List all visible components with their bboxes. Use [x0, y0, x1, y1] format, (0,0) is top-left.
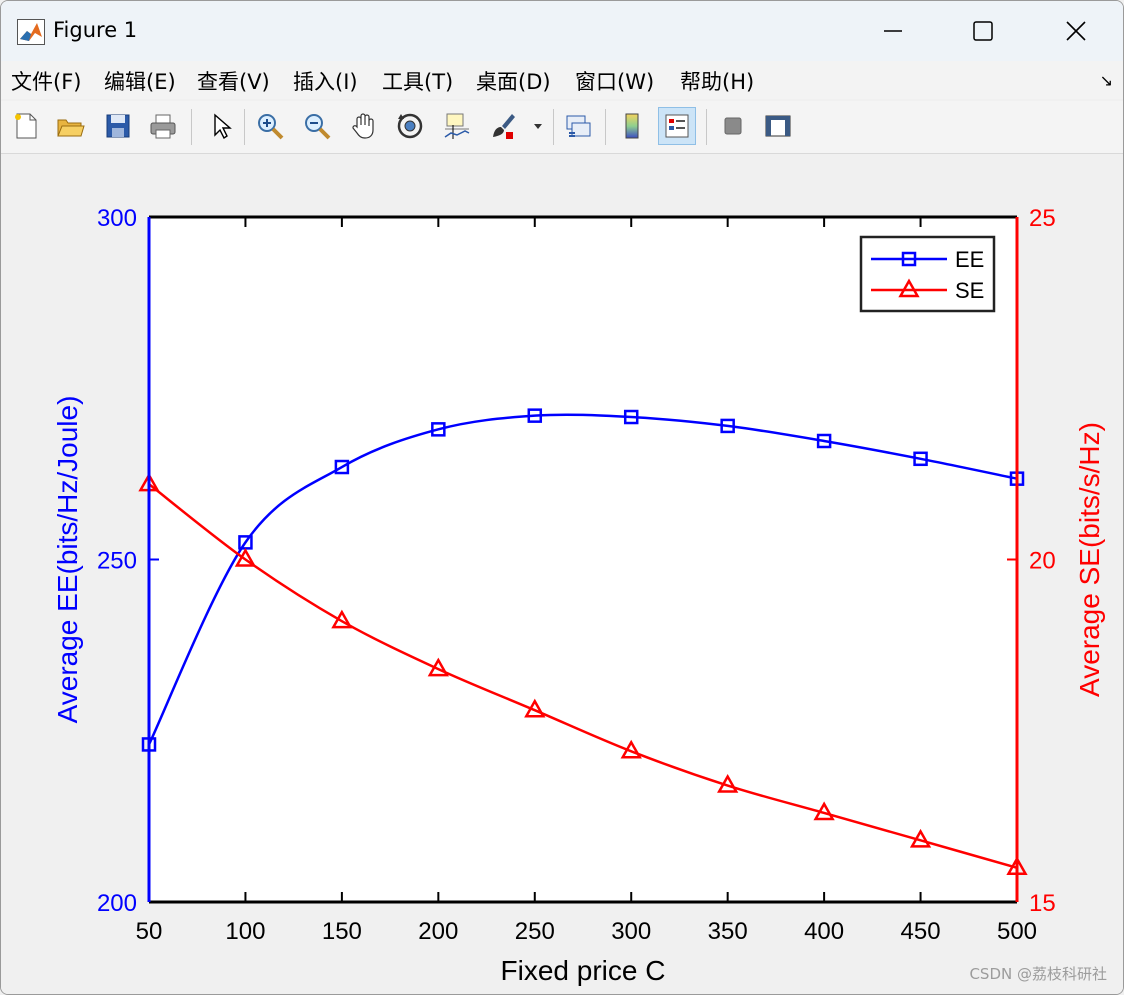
- hide-plot-tools-button[interactable]: [714, 107, 752, 145]
- x-tick-label: 50: [136, 918, 163, 945]
- x-tick-label: 500: [997, 918, 1037, 945]
- legend[interactable]: EE SE: [859, 235, 996, 313]
- y-right-tick-label: 25: [1029, 205, 1056, 232]
- minimize-button[interactable]: [858, 9, 928, 53]
- show-plot-tools-button[interactable]: [759, 107, 797, 145]
- link-plot-button[interactable]: [559, 107, 597, 145]
- menu-window[interactable]: 窗口(W): [575, 66, 654, 96]
- figure-canvas: 50 100 150 200 250 300 350 400 450 500 200 250 300 15…: [1, 154, 1123, 994]
- x-tick-label: 150: [322, 918, 362, 945]
- chart-svg: 50 100 150 200 250 300 350 400 450 500 200 250 300 15…: [52, 205, 1105, 986]
- y-left-tick-label: 200: [97, 890, 137, 917]
- show-plot-tools-icon: [765, 115, 791, 137]
- rotate-3d-icon: [397, 113, 423, 139]
- y-axis-left-label: Average EE(bits/Hz/Joule): [52, 396, 83, 724]
- maximize-icon: [973, 21, 993, 41]
- watermark-text: CSDN @荔枝科研社: [969, 965, 1107, 983]
- hide-plot-tools-icon: [724, 117, 742, 135]
- rotate-button[interactable]: [391, 107, 429, 145]
- brush-dropdown-button[interactable]: [529, 107, 547, 145]
- minimize-icon: [884, 30, 902, 32]
- close-icon: [1066, 21, 1086, 41]
- link-plot-icon: [566, 115, 591, 137]
- matlab-icon: [17, 19, 45, 45]
- toolbar-separator: [605, 109, 606, 145]
- x-tick-label: 450: [901, 918, 941, 945]
- maximize-button[interactable]: [948, 9, 1018, 53]
- menu-edit[interactable]: 编辑(E): [104, 66, 176, 96]
- legend-icon: [665, 114, 689, 138]
- zoom-in-button[interactable]: [251, 107, 289, 145]
- toolbar-separator: [706, 109, 707, 145]
- insert-colorbar-button[interactable]: [613, 107, 651, 145]
- x-tick-label: 300: [611, 918, 651, 945]
- dock-arrow-icon[interactable]: ↘: [1100, 71, 1113, 90]
- save-icon: [106, 114, 130, 138]
- edit-plot-button[interactable]: [201, 107, 239, 145]
- pan-hand-icon: [352, 113, 374, 139]
- title-bar[interactable]: Figure 1: [1, 1, 1123, 61]
- plot-area: [149, 217, 1017, 902]
- menu-help[interactable]: 帮助(H): [680, 66, 754, 96]
- legend-label-ee: EE: [955, 247, 984, 272]
- x-tick-label: 100: [225, 918, 265, 945]
- menu-view[interactable]: 查看(V): [197, 66, 270, 96]
- pointer-icon: [214, 113, 232, 140]
- menu-file[interactable]: 文件(F): [11, 66, 81, 96]
- figure-toolbar: [1, 101, 1123, 154]
- x-tick-label: 250: [515, 918, 555, 945]
- y-left-tick-label: 300: [97, 205, 137, 232]
- menu-desktop[interactable]: 桌面(D): [476, 66, 551, 96]
- print-button[interactable]: [144, 107, 182, 145]
- menu-tools[interactable]: 工具(T): [382, 66, 453, 96]
- legend-label-se: SE: [955, 278, 984, 303]
- figure-window: Figure 1 文件(F) 编辑(E) 查看(V) 插入(I) 工具(T) 桌…: [0, 0, 1124, 995]
- data-cursor-button[interactable]: [437, 107, 475, 145]
- new-figure-button[interactable]: [7, 107, 45, 145]
- x-tick-label: 350: [708, 918, 748, 945]
- x-axis-label: Fixed price C: [501, 955, 666, 986]
- zoom-out-icon: [305, 114, 331, 140]
- brush-button[interactable]: [484, 107, 522, 145]
- menu-bar: 文件(F) 编辑(E) 查看(V) 插入(I) 工具(T) 桌面(D) 窗口(W…: [1, 61, 1123, 99]
- pan-button[interactable]: [345, 107, 383, 145]
- menu-insert[interactable]: 插入(I): [293, 66, 358, 96]
- x-tick-label: 200: [418, 918, 458, 945]
- insert-legend-button[interactable]: [658, 107, 696, 145]
- toolbar-separator: [191, 109, 192, 145]
- y-left-tick-label: 250: [97, 548, 137, 575]
- toolbar-separator: [244, 109, 245, 145]
- zoom-out-button[interactable]: [298, 107, 336, 145]
- colorbar-icon: [625, 113, 639, 139]
- chevron-down-icon: [534, 124, 542, 129]
- window-title: Figure 1: [53, 18, 138, 42]
- zoom-in-icon: [258, 114, 284, 140]
- close-button[interactable]: [1041, 9, 1111, 53]
- x-tick-label: 400: [804, 918, 844, 945]
- y-right-tick-label: 15: [1029, 890, 1056, 917]
- y-right-tick-label: 20: [1029, 548, 1056, 575]
- open-file-button[interactable]: [51, 107, 89, 145]
- save-button[interactable]: [99, 107, 137, 145]
- data-cursor-icon: [444, 113, 470, 139]
- open-folder-icon: [57, 119, 85, 137]
- new-file-icon: [15, 113, 37, 139]
- brush-icon: [493, 114, 515, 139]
- print-icon: [150, 114, 176, 139]
- toolbar-separator: [553, 109, 554, 145]
- y-axis-right-label: Average SE(bits/s/Hz): [1074, 422, 1105, 697]
